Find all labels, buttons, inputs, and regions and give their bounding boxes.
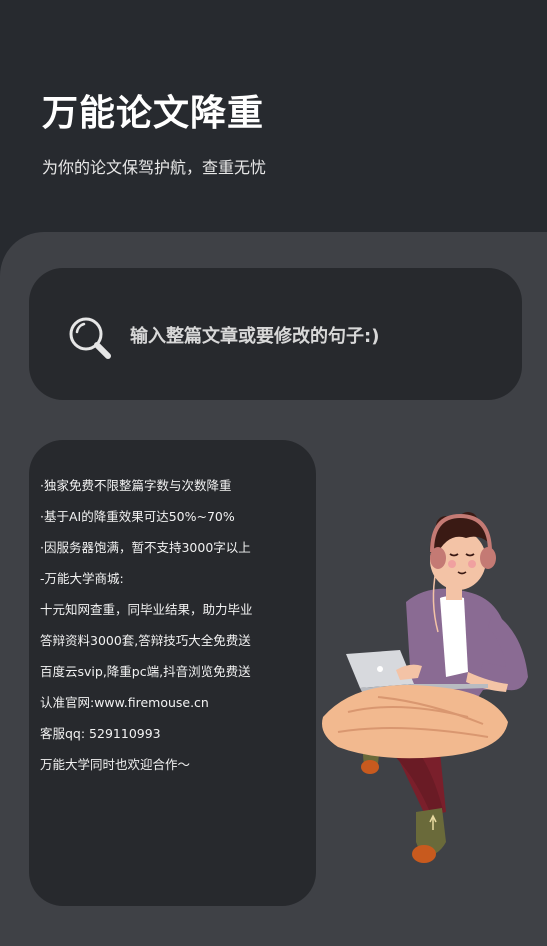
info-line: ·基于AI的降重效果可达50%~70% bbox=[40, 509, 235, 524]
info-line: 百度云svip,降重pc端,抖音浏览免费送 bbox=[40, 664, 251, 679]
header: 万能论文降重 为你的论文保驾护航，查重无忧 bbox=[0, 0, 547, 250]
support-qq-line: 客服qq: 529110993 bbox=[40, 726, 161, 741]
info-line: ·独家免费不限整篇字数与次数降重 bbox=[40, 478, 232, 493]
website-line: 认准官网:www.firemouse.cn bbox=[40, 695, 209, 710]
app-title: 万能论文降重 bbox=[42, 93, 265, 134]
info-line: 十元知网查重，同毕业结果，助力毕业 bbox=[40, 602, 253, 617]
info-line: 答辩资料3000套,答辩技巧大全免费送 bbox=[40, 633, 251, 648]
person-with-laptop-illustration bbox=[318, 512, 547, 882]
info-list: ·独家免费不限整篇字数与次数降重 ·基于AI的降重效果可达50%~70% ·因服… bbox=[40, 476, 308, 786]
search-placeholder[interactable]: 输入整篇文章或要修改的句子:) bbox=[130, 322, 379, 348]
info-line: 万能大学同时也欢迎合作～ bbox=[40, 757, 191, 772]
info-line: ·因服务器饱满，暂不支持3000字以上 bbox=[40, 540, 251, 555]
search-icon[interactable] bbox=[66, 314, 114, 362]
app-subtitle: 为你的论文保驾护航，查重无忧 bbox=[42, 158, 267, 177]
info-line: -万能大学商城: bbox=[40, 571, 124, 586]
